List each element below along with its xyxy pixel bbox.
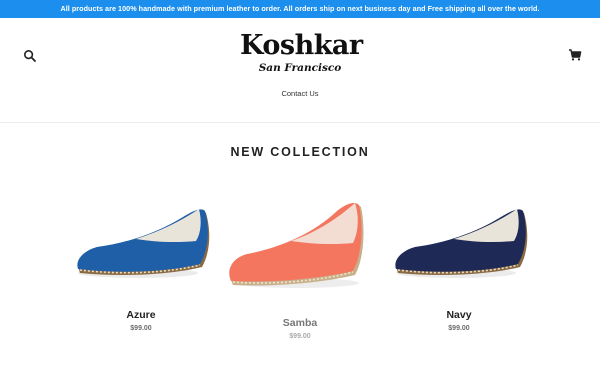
cart-icon (569, 49, 582, 61)
product-card-samba[interactable]: Samba $99.00 (225, 191, 375, 351)
announcement-bar: All products are 100% handmade with prem… (0, 0, 600, 18)
product-name: Navy (446, 309, 472, 321)
search-button[interactable] (23, 49, 37, 63)
cart-button[interactable] (568, 48, 582, 62)
product-name: Azure (126, 309, 156, 321)
shoe-image-samba (229, 203, 364, 288)
shoe-image-azure (77, 209, 210, 278)
product-card-azure[interactable]: Azure $99.00 (66, 191, 216, 341)
product-price: $99.00 (130, 325, 152, 332)
search-icon (23, 49, 36, 62)
product-price: $99.00 (289, 333, 311, 340)
logo-wordmark: Koshkar (240, 30, 363, 61)
announcement-text: All products are 100% handmade with prem… (60, 4, 540, 13)
product-name: Samba (282, 317, 318, 329)
product-card-navy[interactable]: Navy $99.00 (384, 191, 534, 341)
shoe-image-navy (395, 209, 528, 278)
nav-contact-us[interactable]: Contact Us (250, 88, 350, 100)
collection-section: NEW COLLECTION Azure $99.00 Samba $99.00 (0, 123, 600, 379)
logo-subtitle: San Francisco (258, 62, 342, 74)
product-price: $99.00 (448, 325, 470, 332)
site-logo[interactable]: Koshkar San Francisco (240, 30, 363, 82)
site-header: Koshkar San Francisco Contact Us (0, 18, 600, 123)
section-title: NEW COLLECTION (230, 145, 370, 159)
